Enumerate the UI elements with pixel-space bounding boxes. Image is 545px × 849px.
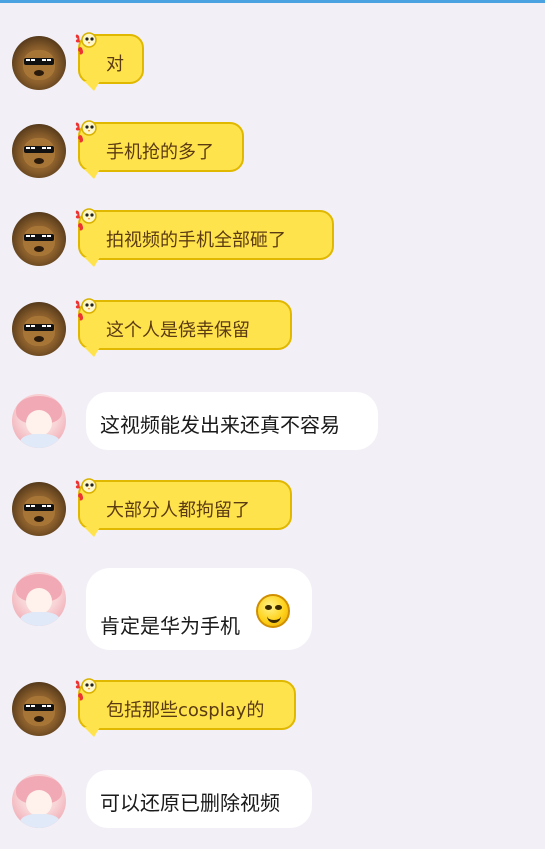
avatar-face — [26, 410, 52, 436]
avatar[interactable] — [12, 302, 66, 356]
chat-message: 可以还原已删除视频 — [0, 766, 545, 836]
avatar-face — [26, 790, 52, 816]
message-text: 这视频能发出来还真不容易 — [100, 415, 340, 437]
sunglasses-icon — [24, 504, 54, 511]
chat-message: 包括那些cosplay的 — [0, 676, 545, 742]
chat-message: 肯定是华为手机 — [0, 568, 545, 650]
message-bubble-white[interactable]: 这视频能发出来还真不容易 — [86, 392, 378, 450]
avatar[interactable] — [12, 774, 66, 828]
avatar-body — [20, 434, 60, 448]
avatar-nose — [34, 516, 44, 522]
avatar[interactable] — [12, 482, 66, 536]
message-bubble-white[interactable]: 肯定是华为手机 — [86, 568, 312, 650]
chat-message: 这个人是侥幸保留 — [0, 296, 545, 362]
avatar-nose — [34, 716, 44, 722]
message-bubble-white[interactable]: 可以还原已删除视频 — [86, 770, 312, 828]
avatar[interactable] — [12, 394, 66, 448]
message-bubble-yellow[interactable]: 大部分人都拘留了 — [78, 480, 292, 537]
message-bubble-yellow[interactable]: 拍视频的手机全部砸了 — [78, 210, 334, 267]
avatar[interactable] — [12, 36, 66, 90]
message-bubble-yellow[interactable]: 手机抢的多了 — [78, 122, 244, 179]
message-text: 包括那些cosplay的 — [106, 700, 265, 721]
chick-sticker-icon — [72, 206, 102, 236]
smirk-emoji-icon — [256, 594, 290, 628]
message-text: 这个人是侥幸保留 — [106, 320, 250, 341]
avatar-nose — [34, 70, 44, 76]
message-text: 对 — [106, 54, 124, 75]
avatar[interactable] — [12, 572, 66, 626]
avatar[interactable] — [12, 682, 66, 736]
message-text: 大部分人都拘留了 — [106, 500, 250, 521]
message-text: 手机抢的多了 — [106, 142, 214, 163]
chick-sticker-icon — [72, 296, 102, 326]
chat-message: 大部分人都拘留了 — [0, 476, 545, 542]
message-text: 拍视频的手机全部砸了 — [106, 230, 286, 251]
avatar[interactable] — [12, 124, 66, 178]
avatar-nose — [34, 336, 44, 342]
chick-sticker-icon — [72, 118, 102, 148]
avatar-body — [20, 612, 60, 626]
avatar-nose — [34, 246, 44, 252]
message-text: 可以还原已删除视频 — [100, 793, 280, 815]
avatar-nose — [34, 158, 44, 164]
avatar-face — [26, 588, 52, 614]
emoji-mouth — [267, 613, 281, 623]
sunglasses-icon — [24, 324, 54, 331]
chat-message: 手机抢的多了 — [0, 118, 545, 184]
sunglasses-icon — [24, 234, 54, 241]
avatar-body — [20, 814, 60, 828]
avatar[interactable] — [12, 212, 66, 266]
message-bubble-yellow[interactable]: 包括那些cosplay的 — [78, 680, 296, 737]
chick-sticker-icon — [72, 30, 102, 60]
sunglasses-icon — [24, 146, 54, 153]
message-bubble-yellow[interactable]: 这个人是侥幸保留 — [78, 300, 292, 357]
sunglasses-icon — [24, 704, 54, 711]
chat-message: 对 — [0, 30, 545, 96]
message-text: 肯定是华为手机 — [100, 616, 240, 638]
chat-message-list[interactable]: 对 手机抢的多了 拍视频的手机全部砸了 这个人是侥幸保留 这视频能发出来还真不容… — [0, 0, 545, 849]
chick-sticker-icon — [72, 476, 102, 506]
chick-sticker-icon — [72, 676, 102, 706]
chat-message: 拍视频的手机全部砸了 — [0, 206, 545, 272]
sunglasses-icon — [24, 58, 54, 65]
chat-message: 这视频能发出来还真不容易 — [0, 386, 545, 456]
